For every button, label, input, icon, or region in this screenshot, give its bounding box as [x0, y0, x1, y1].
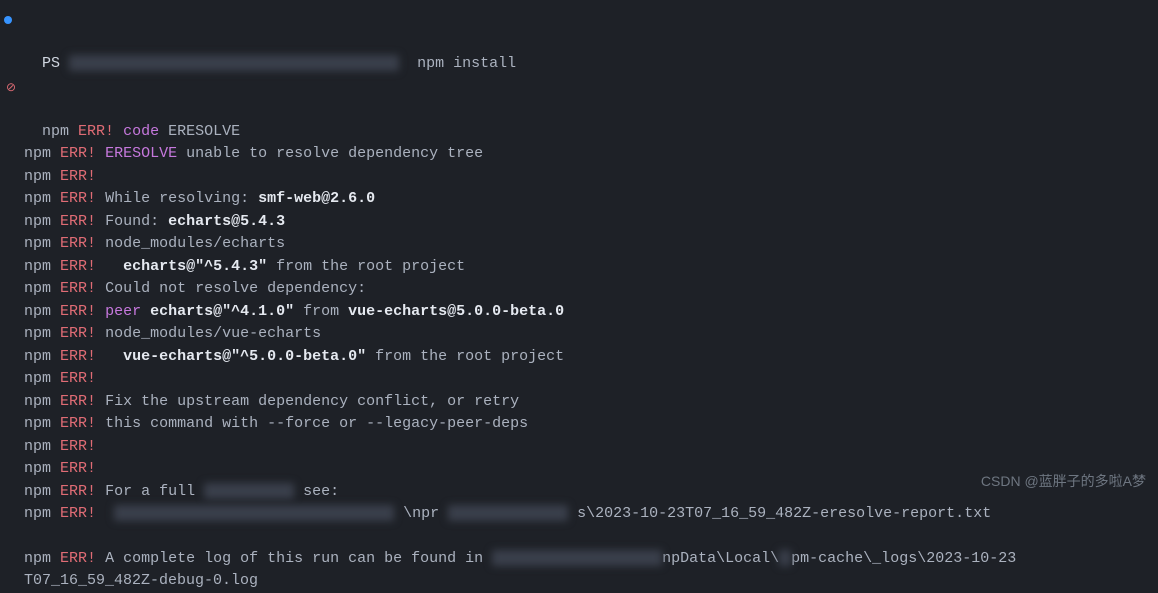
package-name: echarts@5.4.3	[168, 213, 285, 230]
error-message: A complete log of this run can be found …	[105, 550, 483, 567]
package-name: echarts@"^4.1.0"	[150, 303, 294, 320]
status-dot-blue	[4, 16, 12, 24]
error-line: npm ERR! node_modules/echarts	[0, 233, 1158, 256]
watermark: CSDN @蓝胖子的多啦A梦	[981, 471, 1146, 492]
npm-label: npm	[24, 505, 51, 522]
error-line: npm ERR!	[0, 436, 1158, 459]
indent	[105, 348, 123, 365]
err-label: ERR!	[60, 235, 96, 252]
npm-label: npm	[24, 483, 51, 500]
redacted-path	[492, 550, 662, 566]
error-line: npm ERR! A complete log of this run can …	[0, 548, 1158, 571]
err-label: ERR!	[60, 438, 96, 455]
err-label: ERR!	[60, 303, 96, 320]
npm-label: npm	[24, 460, 51, 477]
npm-label: npm	[24, 235, 51, 252]
error-text: For a full	[105, 483, 204, 500]
error-message: this command with --force or --legacy-pe…	[105, 415, 528, 432]
err-label: ERR!	[60, 460, 96, 477]
npm-label: npm	[24, 325, 51, 342]
error-message: Could not resolve dependency:	[105, 280, 366, 297]
err-label: ERR!	[60, 505, 96, 522]
log-path: T07_16_59_482Z-debug-0.log	[24, 572, 258, 589]
error-line: npm ERR!	[0, 166, 1158, 189]
npm-label: npm	[42, 123, 69, 140]
npm-label: npm	[24, 258, 51, 275]
error-line: npm ERR! Could not resolve dependency:	[0, 278, 1158, 301]
error-line: npm ERR! Fix the upstream dependency con…	[0, 391, 1158, 414]
err-label: ERR!	[60, 168, 96, 185]
report-path: s\2023-10-23T07_16_59_482Z-eresolve-repo…	[577, 505, 991, 522]
prompt-ps: PS	[42, 55, 60, 72]
error-line: npm ERR! \npr s\2023-10-23T07_16_59_482Z…	[0, 503, 1158, 526]
error-text: from	[294, 303, 348, 320]
error-line: npm ERR! While resolving: smf-web@2.6.0	[0, 188, 1158, 211]
err-label: ERR!	[60, 483, 96, 500]
err-label: ERR!	[60, 415, 96, 432]
npm-label: npm	[24, 438, 51, 455]
err-label: ERR!	[60, 325, 96, 342]
error-text: Found:	[105, 213, 168, 230]
redacted-path	[114, 505, 394, 521]
npm-label: npm	[24, 190, 51, 207]
npm-label: npm	[24, 370, 51, 387]
error-line: npm ERR! peer echarts@"^4.1.0" from vue-…	[0, 301, 1158, 324]
package-name: echarts@"^5.4.3"	[123, 258, 267, 275]
error-text: While resolving:	[105, 190, 258, 207]
redacted-text	[204, 483, 294, 499]
code-value: ERESOLVE	[168, 123, 240, 140]
err-label: ERR!	[60, 370, 96, 387]
err-label: ERR!	[60, 393, 96, 410]
npm-label: npm	[24, 145, 51, 162]
command-text: npm install	[417, 55, 516, 72]
npm-label: npm	[24, 348, 51, 365]
error-message: node_modules/echarts	[105, 235, 285, 252]
error-text: from the root project	[267, 258, 465, 275]
error-message: Fix the upstream dependency conflict, or…	[105, 393, 519, 410]
err-label: ERR!	[60, 145, 96, 162]
package-name: smf-web@2.6.0	[258, 190, 375, 207]
npm-label: npm	[24, 393, 51, 410]
package-name: vue-echarts@"^5.0.0-beta.0"	[123, 348, 366, 365]
log-path: pm-cache\_logs\2023-10-23	[791, 550, 1016, 567]
package-name: vue-echarts@5.0.0-beta.0	[348, 303, 564, 320]
error-text: see:	[303, 483, 339, 500]
err-label: ERR!	[60, 550, 96, 567]
error-line: npm ERR! echarts@"^5.4.3" from the root …	[0, 256, 1158, 279]
redacted-path	[779, 550, 791, 566]
error-line-continuation: T07_16_59_482Z-debug-0.log	[0, 570, 1158, 593]
err-label: ERR!	[78, 123, 114, 140]
indent	[105, 258, 123, 275]
npm-label: npm	[24, 168, 51, 185]
error-line: npm ERR! this command with --force or --…	[0, 413, 1158, 436]
redacted-path	[69, 55, 399, 71]
err-label: ERR!	[60, 258, 96, 275]
error-line: ⊘ npm ERR! code ERESOLVE	[0, 76, 1158, 144]
peer-keyword: peer	[105, 303, 141, 320]
error-line: npm ERR! vue-echarts@"^5.0.0-beta.0" fro…	[0, 346, 1158, 369]
err-label: ERR!	[60, 280, 96, 297]
npm-label: npm	[24, 303, 51, 320]
error-text: from the root project	[366, 348, 564, 365]
err-label: ERR!	[60, 213, 96, 230]
code-keyword: code	[123, 123, 159, 140]
error-line: npm ERR!	[0, 368, 1158, 391]
prompt-line: PS npm install	[0, 8, 1158, 76]
npm-label: npm	[24, 415, 51, 432]
err-label: ERR!	[60, 348, 96, 365]
error-message: unable to resolve dependency tree	[186, 145, 483, 162]
err-label: ERR!	[60, 190, 96, 207]
redacted-path	[448, 505, 568, 521]
error-message: node_modules/vue-echarts	[105, 325, 321, 342]
error-line: npm ERR! ERESOLVE unable to resolve depe…	[0, 143, 1158, 166]
log-path: npData\Local\	[662, 550, 779, 567]
eresolve-label: ERESOLVE	[105, 145, 177, 162]
blank-line	[0, 526, 1158, 548]
error-icon: ⊘	[6, 82, 18, 94]
npm-label: npm	[24, 213, 51, 230]
error-line: npm ERR! node_modules/vue-echarts	[0, 323, 1158, 346]
error-line: npm ERR! Found: echarts@5.4.3	[0, 211, 1158, 234]
npm-label: npm	[24, 550, 51, 567]
npm-label: npm	[24, 280, 51, 297]
